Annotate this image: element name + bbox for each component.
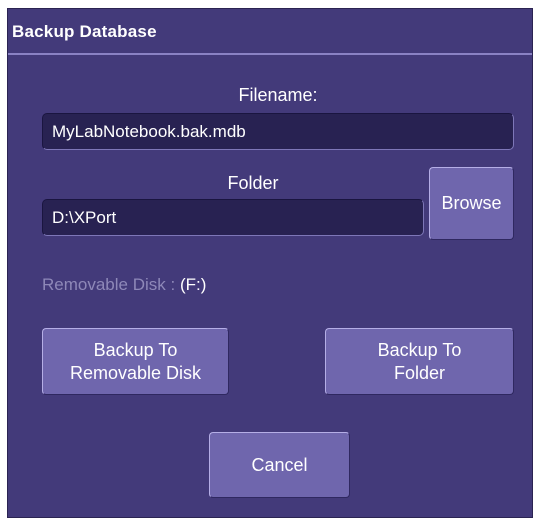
filename-field[interactable]: MyLabNotebook.bak.mdb [42,113,514,150]
backup-to-removable-disk-label: Backup To Removable Disk [69,339,202,383]
cancel-button[interactable]: Cancel [209,432,350,498]
filename-value: MyLabNotebook.bak.mdb [52,121,246,141]
cancel-button-label: Cancel [251,454,308,475]
folder-value: D:\XPort [52,207,117,227]
filename-label: Filename: [238,85,318,105]
dialog-title: Backup Database [12,22,157,41]
backup-to-removable-disk-button[interactable]: Backup To Removable Disk [42,328,229,395]
browse-button-label: Browse [441,193,502,213]
backup-to-folder-label: Backup To Folder [377,339,462,383]
removable-disk-value: (F:) [179,275,207,294]
removable-disk-label: Removable Disk : [42,275,176,294]
backup-to-folder-button[interactable]: Backup To Folder [325,328,514,395]
browse-button[interactable]: Browse [429,167,514,240]
removable-disk-info: Removable Disk : (F:) [42,275,206,295]
folder-field[interactable]: D:\XPort [42,199,424,236]
title-bar: Backup Database [8,9,532,55]
backup-database-dialog: Backup Database Filename: MyLabNotebook.… [7,8,533,518]
folder-label: Folder [227,173,279,193]
